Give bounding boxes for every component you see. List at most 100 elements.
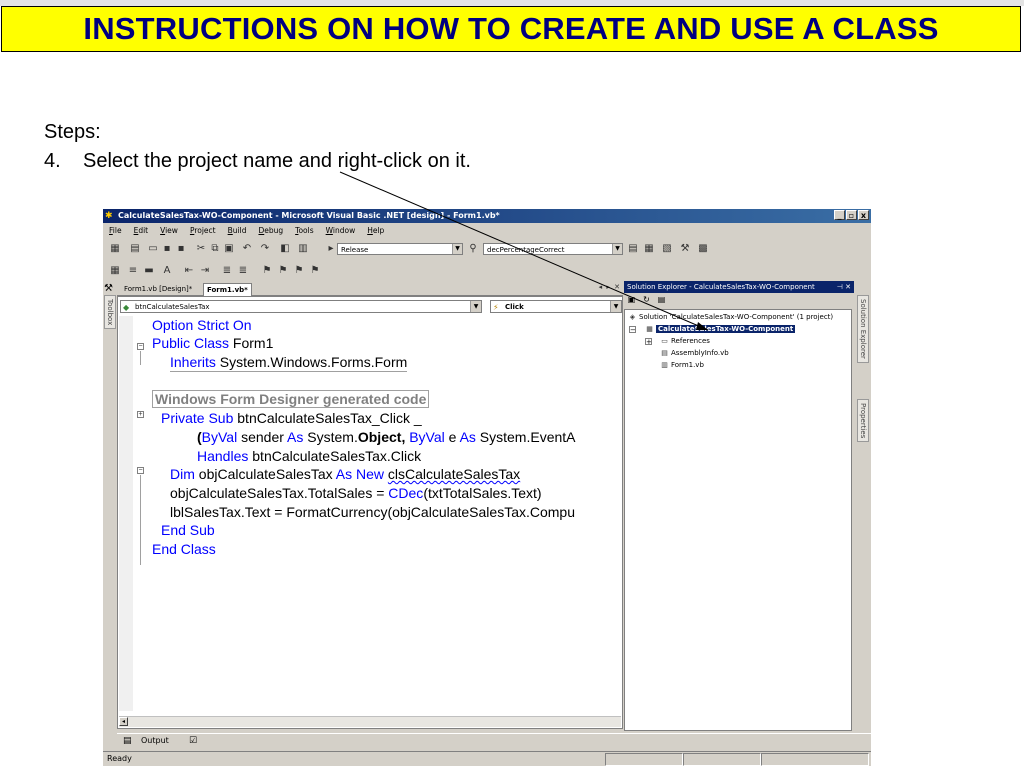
- solution-explorer-panel: Solution Explorer - CalculateSalesTax-WO…: [624, 281, 854, 731]
- tree-node-solution[interactable]: ◈ Solution 'CalculateSalesTax-WO-Componen…: [628, 312, 833, 323]
- prev-bookmark-icon[interactable]: ⚑: [293, 265, 305, 277]
- tree-item-label: References: [671, 337, 710, 345]
- output-tab[interactable]: Output: [141, 736, 169, 745]
- tab-nav-controls[interactable]: ◂ ▸ ✕: [599, 283, 621, 291]
- expand-icon[interactable]: +: [645, 338, 652, 346]
- tab-form1-code[interactable]: Form1.vb*: [203, 283, 252, 296]
- toolbox-tool-icon[interactable]: ⚒: [679, 243, 691, 255]
- vs-window: ✱ CalculateSalesTax-WO-Component - Micros…: [103, 209, 871, 766]
- menu-help[interactable]: Help: [367, 224, 384, 237]
- tree-node-references[interactable]: ▭ References: [660, 336, 710, 347]
- other-windows-icon[interactable]: ▩: [697, 243, 709, 255]
- scroll-left-icon[interactable]: ◂: [119, 717, 128, 726]
- start-icon[interactable]: ▸: [325, 243, 337, 255]
- code-text-run: (txtTotalSales.Text): [423, 485, 542, 501]
- code-text-run: objCalculateSalesTax: [194, 466, 336, 482]
- view-code-icon[interactable]: ▣: [626, 295, 637, 305]
- code-text-run: objCalculateSalesTax.TotalSales =: [170, 485, 389, 501]
- tree-item-label: AssemblyInfo.vb: [671, 349, 729, 357]
- collapse-icon[interactable]: −: [137, 467, 144, 474]
- comment-icon[interactable]: ≣: [221, 265, 233, 277]
- chevron-down-icon: ▼: [452, 244, 462, 254]
- tree-node-form1[interactable]: ▥ Form1.vb: [660, 360, 704, 371]
- code-editor[interactable]: ◆ btnCalculateSalesTax ▼ ⚡ Click ▼ − + −…: [117, 296, 623, 729]
- class-name-combo[interactable]: ◆ btnCalculateSalesTax ▼: [120, 300, 482, 313]
- new-project-icon[interactable]: ▦: [109, 243, 121, 255]
- vs-window-title: CalculateSalesTax-WO-Component - Microso…: [118, 211, 500, 220]
- menu-build[interactable]: Build: [228, 224, 247, 237]
- find-icon[interactable]: ⚲: [467, 243, 479, 255]
- solution-tree: ◈ Solution 'CalculateSalesTax-WO-Componen…: [624, 309, 852, 731]
- copy-icon[interactable]: ⧉: [209, 243, 221, 255]
- navigate-icon[interactable]: ◧: [279, 243, 291, 255]
- tree-node-project[interactable]: ▦ CalculateSalesTax-WO-Component: [645, 324, 796, 335]
- code-text-run: btnCalculateSalesTax_Click _: [233, 410, 422, 426]
- member-list-icon[interactable]: ≡: [127, 265, 139, 277]
- horizontal-scrollbar[interactable]: ◂: [119, 716, 621, 727]
- word-complete-icon[interactable]: A: [161, 265, 173, 277]
- menu-file[interactable]: File: [109, 224, 122, 237]
- minimize-button[interactable]: _: [834, 210, 845, 220]
- solution-config-select[interactable]: Release ▼: [337, 243, 463, 255]
- status-panel: [683, 753, 761, 766]
- solution-explorer-tab[interactable]: Solution Explorer: [857, 295, 869, 363]
- tab-form1-design[interactable]: Form1.vb [Design]*: [121, 283, 195, 295]
- method-name-combo[interactable]: ⚡ Click ▼: [490, 300, 622, 313]
- find-combo[interactable]: decPercentageCorrect ▼: [483, 243, 623, 255]
- save-all-icon[interactable]: ▪: [175, 243, 187, 255]
- solution-icon: ◈: [629, 313, 636, 321]
- code-line: Dim objCalculateSalesTax As New clsCalcu…: [170, 465, 520, 483]
- menu-edit[interactable]: Edit: [134, 224, 149, 237]
- collapse-icon[interactable]: −: [629, 326, 636, 334]
- slide-title: INSTRUCTIONS ON HOW TO CREATE AND USE A …: [83, 11, 939, 46]
- class-view-icon[interactable]: ▧: [661, 243, 673, 255]
- toolbox-tab[interactable]: Toolbox: [104, 295, 116, 330]
- open-folder-icon[interactable]: ▭: [147, 243, 159, 255]
- add-item-icon[interactable]: ▤: [129, 243, 141, 255]
- keyword: Public Class: [152, 335, 230, 351]
- menu-view[interactable]: View: [160, 224, 178, 237]
- restore-button[interactable]: ▫: [846, 210, 857, 220]
- undo-icon[interactable]: ↶: [241, 243, 253, 255]
- code-line: Public Class Form1: [152, 334, 273, 352]
- menu-tools[interactable]: Tools: [295, 224, 313, 237]
- code-text[interactable]: − + − Option Strict On Public Class Form…: [136, 316, 622, 710]
- collapsed-region[interactable]: Windows Form Designer generated code: [152, 390, 430, 408]
- close-button[interactable]: x: [858, 210, 869, 220]
- vb-project-icon: ▦: [646, 325, 653, 333]
- step-instruction: 4. Select the project name and right-clic…: [44, 150, 471, 173]
- collapse-icon[interactable]: −: [137, 343, 144, 350]
- show-all-files-icon[interactable]: ▤: [656, 295, 667, 305]
- right-dock-strip: Solution Explorer Properties: [856, 281, 871, 731]
- bookmark-icon[interactable]: ⚑: [261, 265, 273, 277]
- menu-debug[interactable]: Debug: [258, 224, 283, 237]
- panel-controls[interactable]: ⊣ ✕: [837, 281, 851, 293]
- redo-icon[interactable]: ↷: [259, 243, 271, 255]
- parameter-info-icon[interactable]: ▬: [143, 265, 155, 277]
- nav-forward-icon[interactable]: ▥: [297, 243, 309, 255]
- menu-project[interactable]: Project: [190, 224, 216, 237]
- paste-icon[interactable]: ▣: [223, 243, 235, 255]
- lightning-icon: ⚡: [493, 303, 499, 312]
- solution-explorer-title-bar: Solution Explorer - CalculateSalesTax-WO…: [624, 281, 854, 293]
- tree-node-assemblyinfo[interactable]: ▤ AssemblyInfo.vb: [660, 348, 729, 359]
- save-icon[interactable]: ▪: [161, 243, 173, 255]
- indent-icon[interactable]: ⇥: [199, 265, 211, 277]
- squiggled-identifier: clsCalculateSalesTax: [387, 466, 521, 482]
- refresh-icon[interactable]: ↻: [641, 295, 652, 305]
- solution-explorer-icon[interactable]: ▤: [627, 243, 639, 255]
- object-browser-icon[interactable]: ▦: [109, 265, 121, 277]
- method-name-value: Click: [505, 303, 524, 311]
- expand-icon[interactable]: +: [137, 411, 144, 418]
- properties-tab[interactable]: Properties: [857, 399, 869, 443]
- code-text-run: sender: [237, 429, 288, 445]
- cut-icon[interactable]: ✂: [195, 243, 207, 255]
- keyword: ByVal: [409, 429, 445, 445]
- task-list-icon[interactable]: ☑: [189, 736, 197, 746]
- uncomment-icon[interactable]: ≣: [237, 265, 249, 277]
- menu-window[interactable]: Window: [326, 224, 356, 237]
- properties-icon[interactable]: ▦: [643, 243, 655, 255]
- next-bookmark-icon[interactable]: ⚑: [277, 265, 289, 277]
- outdent-icon[interactable]: ⇤: [183, 265, 195, 277]
- clear-bookmarks-icon[interactable]: ⚑: [309, 265, 321, 277]
